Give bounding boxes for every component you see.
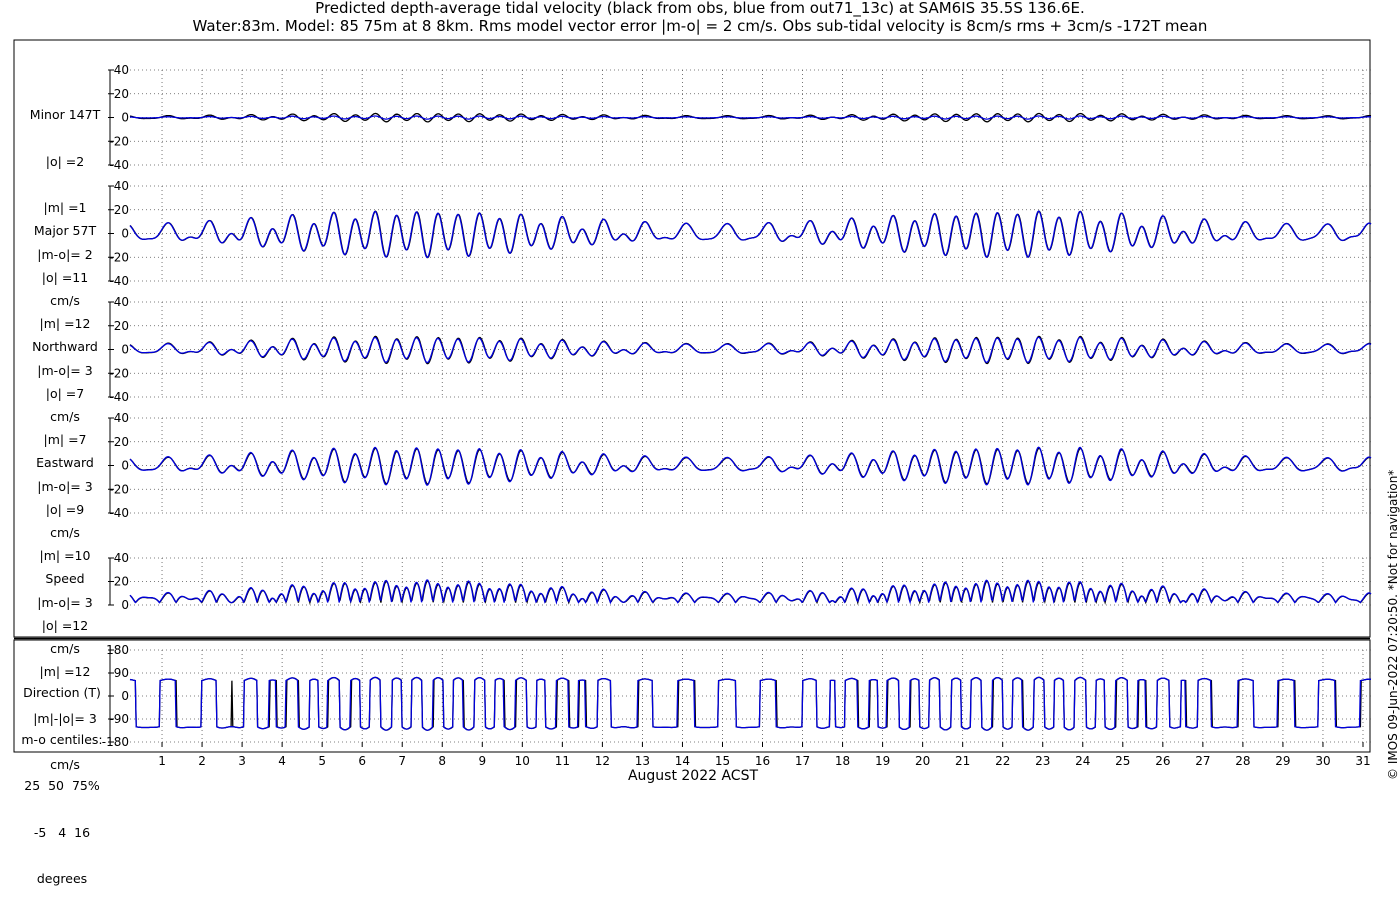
y-tick-label: 40 [114,63,129,77]
x-tick-label: 9 [478,754,486,768]
y-tick-label: -20 [109,482,129,496]
x-tick-label: 25 [1115,754,1130,768]
obs-series-line-northward [129,335,1372,365]
x-tick-label: 24 [1075,754,1090,768]
x-tick-label: 29 [1275,754,1290,768]
x-tick-label: 14 [675,754,690,768]
y-tick-label: -40 [109,158,129,172]
x-tick-label: 17 [795,754,810,768]
x-tick-label: 7 [398,754,406,768]
y-tick-label: 20 [114,435,129,449]
y-tick-label: 40 [114,179,129,193]
y-tick-label: 0 [121,598,129,612]
panel-label-direction-line: -5 4 16 [33,824,91,840]
x-tick-label: 21 [955,754,970,768]
x-tick-label: 11 [555,754,570,768]
x-tick-label: 19 [875,754,890,768]
y-tick-label: 0 [121,343,129,357]
y-tick-label: 40 [114,551,129,565]
y-tick-label: 0 [121,459,129,473]
x-tick-label: 2 [198,754,206,768]
y-tick-label: -90 [109,712,129,726]
panel-label-speed-line: |o| =12 [41,617,89,633]
x-tick-label: 1 [158,754,166,768]
model-series-line-direction [129,676,1372,731]
x-tick-label: 27 [1195,754,1210,768]
y-tick-label: 0 [121,111,129,125]
panel-label-minor-line: Minor 147T [29,107,101,122]
x-tick-label: 18 [835,754,850,768]
y-tick-label: -40 [109,390,129,404]
panel-label-northward-line: Northward [32,339,98,354]
y-tick-label: -40 [109,274,129,288]
credit-text: © IMOS 09-Jun-2022 07:20:50. *Not for na… [1386,469,1400,780]
panel-label-direction-line: degrees [36,871,88,886]
y-tick-label: 90 [114,666,129,680]
y-tick-label: 20 [114,203,129,217]
y-tick-label: 0 [121,689,129,703]
panel-label-eastward-line: Eastward [36,455,94,470]
obs-series-line-speed [129,580,1372,606]
y-tick-label: -40 [109,506,129,520]
x-tick-label: 13 [635,754,650,768]
x-tick-label: 8 [438,754,446,768]
y-tick-label: 40 [114,295,129,309]
x-tick-label: 28 [1235,754,1250,768]
upper-frame [13,39,1371,638]
x-tick-label: 5 [318,754,326,768]
panel-label-minor-line: |o| =2 [45,153,85,169]
x-axis-label: August 2022 ACST [627,768,759,784]
model-series-line-eastward [129,446,1372,486]
model-series-line-northward [129,336,1372,364]
y-tick-label: 20 [114,87,129,101]
obs-series-line-eastward [129,447,1372,485]
x-tick-label: 10 [515,754,530,768]
x-tick-label: 30 [1315,754,1330,768]
panel-label-direction-line: Direction (T) [23,685,101,700]
model-series-line-speed [129,579,1372,605]
y-tick-label: 40 [114,411,129,425]
x-tick-label: 22 [995,754,1010,768]
panel-label-major-line: Major 57T [33,223,97,238]
x-tick-label: 31 [1355,754,1370,768]
x-tick-label: 4 [278,754,286,768]
panel-label-eastward-line: |o| =9 [45,501,85,517]
panel-label-northward-line: |o| =7 [45,385,85,401]
x-tick-label: 3 [238,754,246,768]
panel-label-direction-line: m-o centiles: [21,731,103,747]
y-tick-label: -20 [109,250,129,264]
y-tick-label: 20 [114,575,129,589]
x-tick-label: 23 [1035,754,1050,768]
panel-label-speed-line: Speed [45,571,85,586]
x-tick-label: 16 [755,754,770,768]
chart-plot-area: -40-2002040-40-2002040-40-2002040-40-200… [13,39,1372,768]
x-tick-label: 20 [915,754,930,768]
y-tick-label: -20 [109,134,129,148]
model-series-line-major [129,210,1372,259]
x-tick-label: 6 [358,754,366,768]
x-tick-label: 15 [715,754,730,768]
x-tick-label: 12 [595,754,610,768]
y-tick-label: 0 [121,227,129,241]
panel-label-major-line: |o| =11 [41,269,89,285]
obs-series-line-major [129,210,1372,259]
y-tick-label: -20 [109,366,129,380]
y-tick-label: 20 [114,319,129,333]
x-tick-label: 26 [1155,754,1170,768]
